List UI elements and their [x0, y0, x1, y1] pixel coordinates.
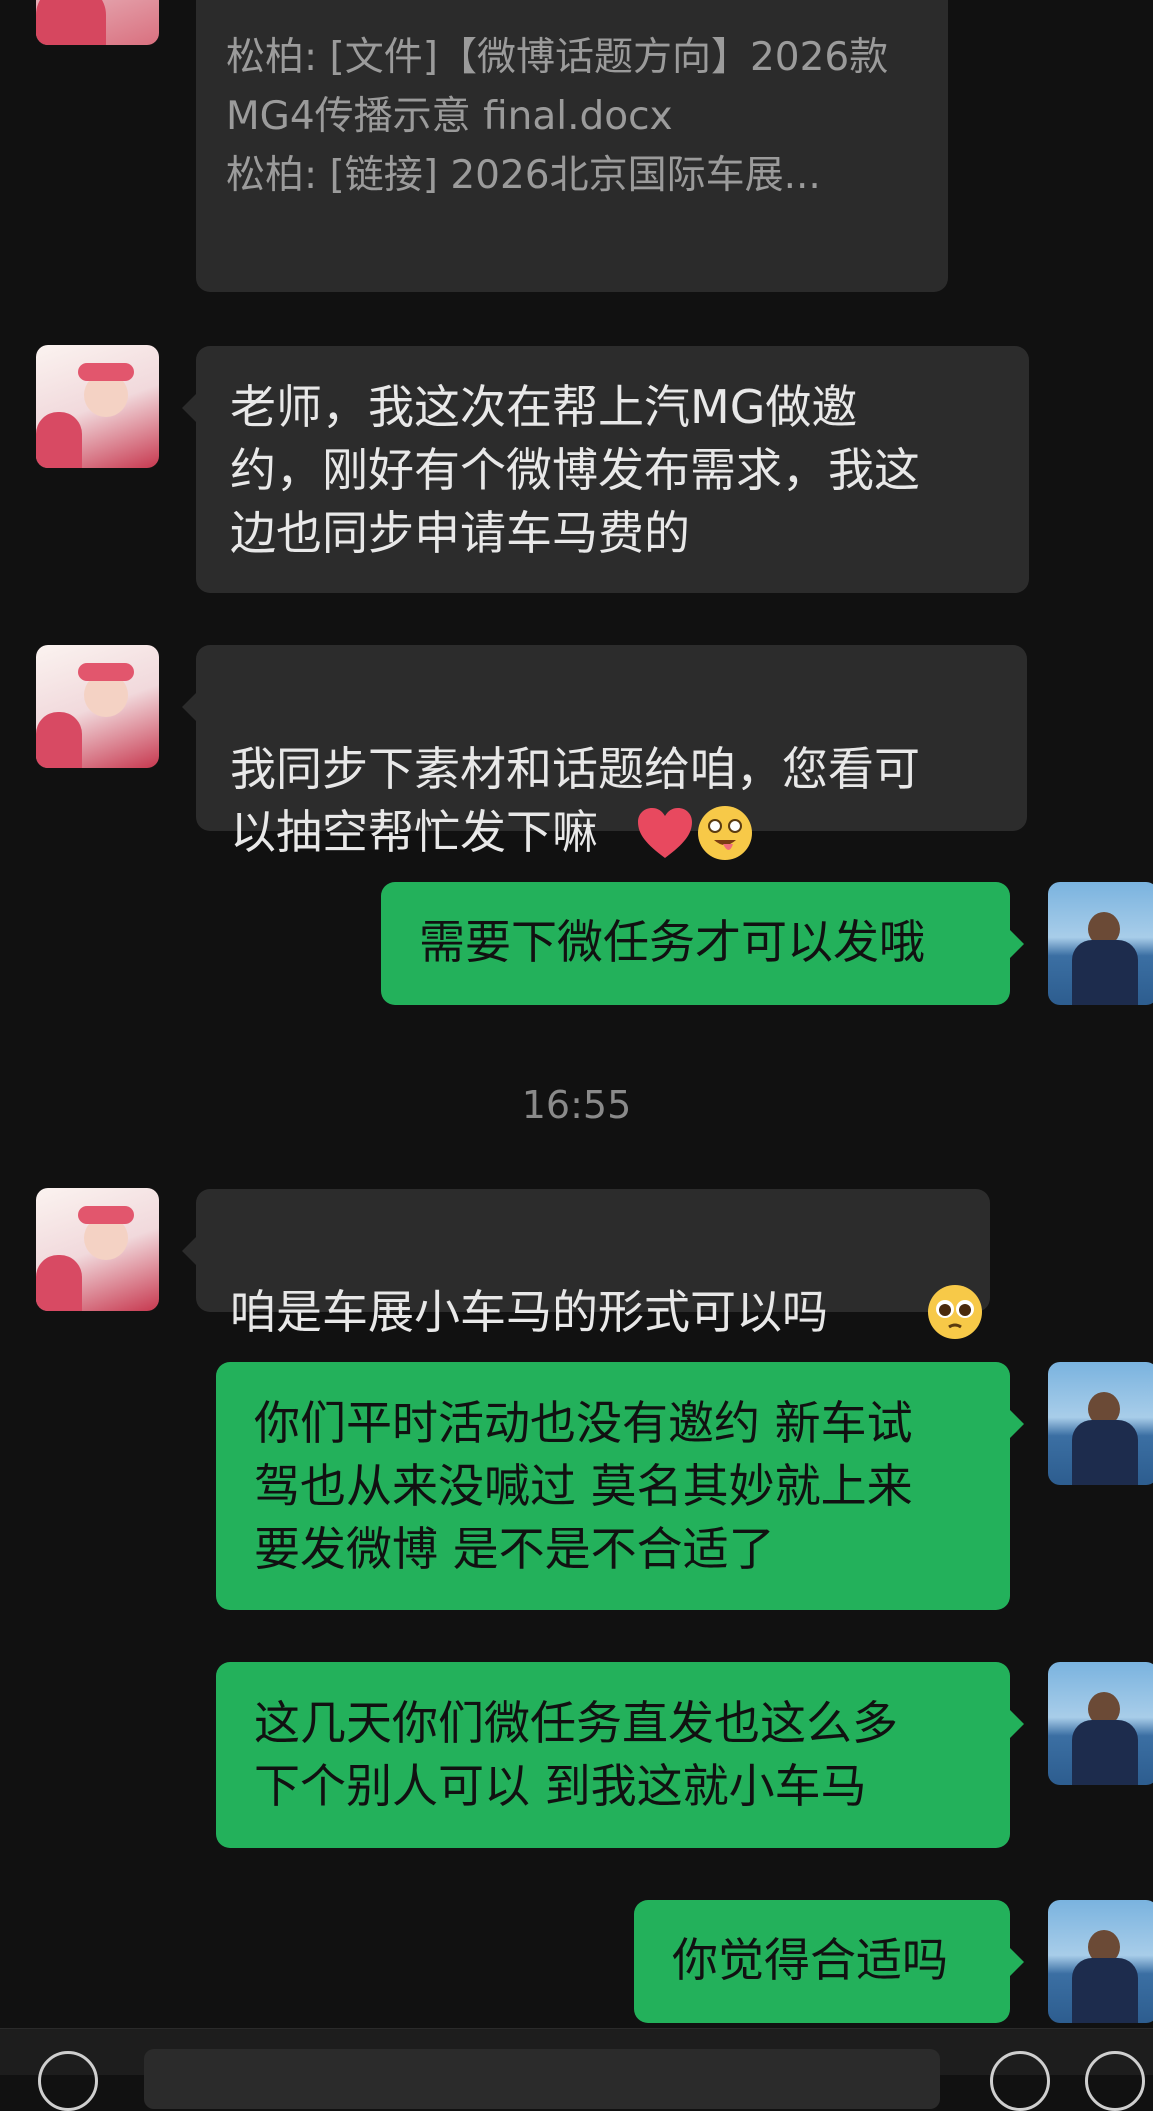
input-bar: [0, 2028, 1153, 2111]
chat-history-line: MG4传播示意 final.docx: [226, 94, 673, 139]
message-text: 你觉得合适吗: [672, 1933, 948, 1987]
contact-avatar[interactable]: [36, 0, 159, 45]
voice-button[interactable]: [38, 2051, 98, 2111]
message-text: 咱是车展小车马的形式可以吗: [230, 1285, 828, 1339]
chat-history-line: 松柏: [链接] 2026北京国际车展...: [226, 153, 821, 198]
message-input[interactable]: [144, 2049, 940, 2109]
contact-avatar[interactable]: [36, 645, 159, 768]
zany-face-icon: [696, 741, 754, 878]
self-avatar[interactable]: [1048, 1662, 1153, 1785]
message-text: 需要下微任务才可以发哦: [419, 915, 925, 969]
message-text: 老师，我这次在帮上汽MG做邀 约，刚好有个微博发布需求，我这 边也同步申请车马费…: [230, 380, 920, 560]
message-bubble-incoming[interactable]: 老师，我这次在帮上汽MG做邀 约，刚好有个微博发布需求，我这 边也同步申请车马费…: [182, 346, 1029, 593]
contact-avatar[interactable]: [36, 345, 159, 468]
message-bubble-incoming[interactable]: 咱是车展小车马的形式可以吗: [182, 1189, 990, 1339]
message-bubble-outgoing[interactable]: 需要下微任务才可以发哦: [381, 882, 1024, 1005]
self-avatar[interactable]: [1048, 1362, 1153, 1485]
message-text: 这几天你们微任务直发也这么多 下个别人可以 到我这就小车马: [254, 1696, 898, 1813]
message-bubble-incoming[interactable]: 我同步下素材和话题给咱，您看可 以抽空帮忙发下嘛: [182, 645, 1027, 860]
message-bubble-outgoing[interactable]: 你们平时活动也没有邀约 新车试 驾也从来没喊过 莫名其妙就上来 要发微博 是不是…: [216, 1362, 1024, 1610]
timestamp: 16:55: [521, 1083, 632, 1127]
message-bubble-outgoing[interactable]: 你觉得合适吗: [634, 1900, 1024, 2023]
more-button[interactable]: [1085, 2051, 1145, 2111]
contact-avatar[interactable]: [36, 1188, 159, 1311]
pleading-face-icon: [926, 1220, 984, 1357]
red-heart-icon: [636, 743, 694, 876]
chat-history-card[interactable]: 松柏: [文件]【微博话题方向】2026款 MG4传播示意 final.docx…: [196, 0, 948, 292]
message-text: 你们平时活动也没有邀约 新车试 驾也从来没喊过 莫名其妙就上来 要发微博 是不是…: [254, 1396, 913, 1576]
self-avatar[interactable]: [1048, 1900, 1153, 2023]
message-text: 我同步下素材和话题给咱，您看可 以抽空帮忙发下嘛: [230, 742, 920, 859]
self-avatar[interactable]: [1048, 882, 1153, 1005]
chat-history-line: 松柏: [文件]【微博话题方向】2026款: [226, 35, 889, 80]
message-bubble-outgoing[interactable]: 这几天你们微任务直发也这么多 下个别人可以 到我这就小车马: [216, 1662, 1024, 1848]
emoji-button[interactable]: [990, 2051, 1050, 2111]
